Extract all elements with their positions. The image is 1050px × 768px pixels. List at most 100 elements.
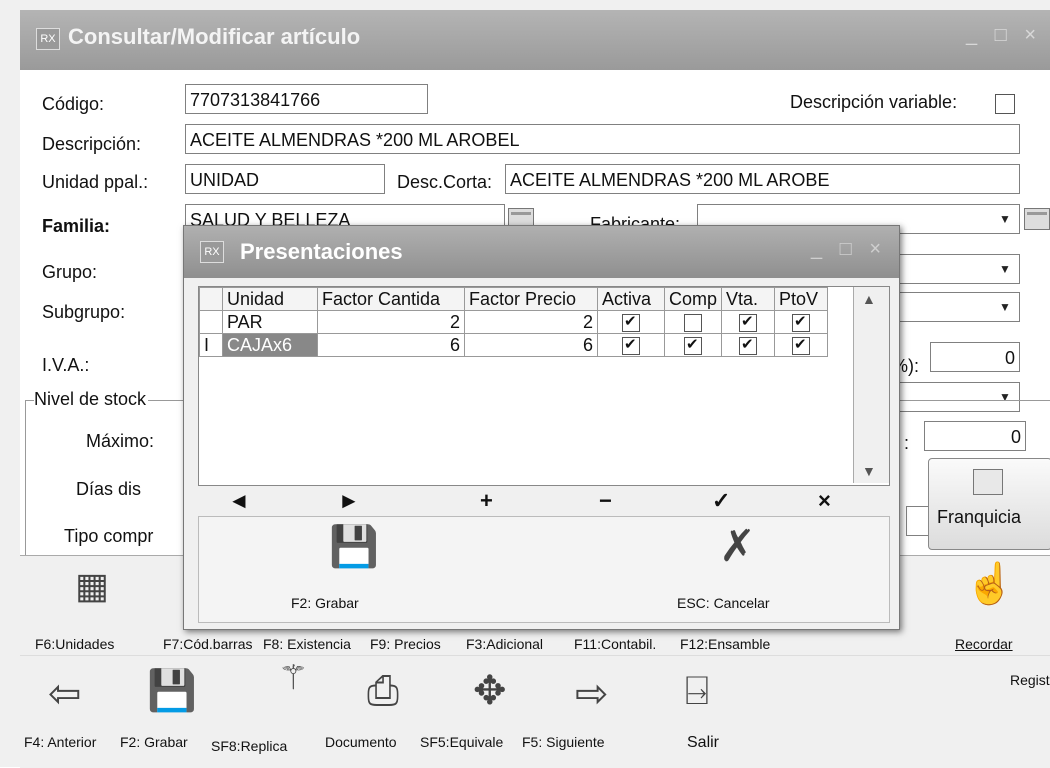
nav-next-icon[interactable]: ► (338, 488, 360, 514)
table-row[interactable]: I CAJAx6 6 6 (199, 333, 829, 357)
cell-vta[interactable] (721, 333, 776, 357)
subgrupo-dropdown-icon[interactable]: ▼ (995, 293, 1015, 321)
table-row[interactable]: PAR 2 2 (199, 310, 829, 334)
anterior-button[interactable]: F4: Anterior (24, 734, 96, 750)
desc-variable-checkbox[interactable] (995, 94, 1015, 114)
magic-wand-icon[interactable]: ⚚ (278, 661, 308, 695)
nav-remove-icon[interactable]: − (599, 488, 612, 514)
grid-scrollbar[interactable]: ▲ ▼ (853, 287, 889, 483)
scroll-down-icon[interactable]: ▼ (862, 463, 876, 479)
col-activa[interactable]: Activa (597, 287, 665, 311)
franquicia-calendar-icon (973, 469, 1003, 495)
grupo-label: Grupo: (42, 262, 98, 282)
unidades-button[interactable]: F6:Unidades (35, 636, 114, 652)
cell-factor-precio[interactable]: 6 (464, 333, 598, 357)
col-vta[interactable]: Vta. (721, 287, 776, 311)
cell-factor-cantidad[interactable]: 6 (317, 333, 465, 357)
cell-ptov[interactable] (774, 333, 829, 357)
codigo-field[interactable]: 7707313841766 (185, 84, 428, 114)
codigo-label: Código: (42, 94, 105, 114)
box-icon: ▦ (75, 565, 110, 606)
ptov-checkbox[interactable] (792, 312, 811, 332)
familia-label: Familia: (42, 216, 111, 236)
window-title: Consultar/Modificar artículo (68, 24, 361, 49)
row-indicator (199, 310, 223, 334)
subgrupo-label: Subgrupo: (42, 302, 126, 322)
window-controls[interactable]: _ □ × (966, 24, 1042, 47)
move-arrows-icon[interactable]: ✥ (473, 671, 507, 711)
cell-unidad[interactable]: CAJAx6 (222, 333, 318, 357)
nav-cancel-icon[interactable]: × (818, 488, 831, 514)
precios-button[interactable]: F9: Precios (370, 636, 441, 652)
cell-unidad[interactable]: PAR (222, 310, 318, 334)
cell-factor-cantidad[interactable]: 2 (317, 310, 465, 334)
franquicia-button[interactable]: Franquicia (928, 458, 1050, 550)
vta-checkbox[interactable] (739, 335, 758, 355)
grabar-button[interactable]: F2: Grabar (120, 734, 188, 750)
col-comp[interactable]: Comp (663, 287, 723, 311)
siguiente-button[interactable]: F5: Siguiente (522, 734, 605, 750)
row-indicator: I (199, 333, 223, 357)
cell-ptov[interactable] (774, 310, 829, 334)
hand-pointer-icon: ☝ (965, 562, 1015, 606)
col-factor-cantidad[interactable]: Factor Cantida (317, 287, 465, 311)
printer-icon[interactable]: ⎙ (367, 671, 399, 711)
pct-field[interactable]: 0 (930, 342, 1020, 372)
cancel-x-icon[interactable]: ✗ (719, 525, 756, 569)
presentaciones-grid: Unidad Factor Cantida Factor Precio Acti… (198, 286, 890, 486)
ensamble-button[interactable]: F12:Ensamble (680, 636, 770, 652)
documento-button[interactable]: Documento (325, 734, 397, 750)
col-ptov[interactable]: PtoV (774, 287, 829, 311)
cell-activa[interactable] (597, 310, 665, 334)
presentaciones-dialog: RX Presentaciones _ □ × Unidad Factor Ca… (183, 225, 900, 630)
cell-comp[interactable] (663, 333, 723, 357)
franquicia-label: Franquicia (937, 507, 1022, 527)
nav-prev-icon[interactable]: ◄ (228, 488, 250, 514)
fabricante-dropdown-icon[interactable]: ▼ (995, 205, 1015, 233)
activa-checkbox[interactable] (622, 312, 640, 332)
dialog-grabar-button[interactable]: F2: Grabar (291, 595, 359, 611)
cell-vta[interactable] (721, 310, 776, 334)
activa-checkbox[interactable] (622, 335, 640, 355)
cell-comp[interactable] (663, 310, 723, 334)
fabricante-calendar-icon[interactable] (1024, 208, 1050, 230)
col-factor-precio[interactable]: Factor Precio (464, 287, 598, 311)
comp-checkbox[interactable] (684, 313, 702, 332)
save-disk-icon[interactable]: 💾 (329, 527, 379, 567)
unidad-label: Unidad ppal.: (42, 172, 149, 192)
col-unidad[interactable]: Unidad (222, 287, 318, 311)
dialog-app-icon: RX (200, 241, 224, 263)
title-bar: RX Consultar/Modificar artículo _ □ × (20, 10, 1050, 70)
comp-checkbox[interactable] (684, 335, 702, 355)
save-disk-icon[interactable]: 💾 (147, 671, 197, 711)
cod-barras-button[interactable]: F7:Cód.barras (163, 636, 252, 652)
unidad-field[interactable]: UNIDAD (185, 164, 385, 194)
contabil-button[interactable]: F11:Contabil. (574, 636, 656, 652)
dialog-controls[interactable]: _ □ × (811, 238, 887, 261)
grupo-dropdown-icon[interactable]: ▼ (995, 255, 1015, 283)
cell-activa[interactable] (597, 333, 665, 357)
equivale-button[interactable]: SF5:Equivale (420, 734, 503, 750)
nav-add-icon[interactable]: + (480, 488, 493, 514)
grid-navigator: ◄ ► + − ✓ × (198, 488, 888, 516)
salir-button[interactable]: Salir (687, 734, 719, 752)
cell-factor-precio[interactable]: 2 (464, 310, 598, 334)
registro-label: Registro (1010, 672, 1050, 688)
dialog-cancelar-button[interactable]: ESC: Cancelar (677, 595, 770, 611)
existencia-button[interactable]: F8: Existencia (263, 636, 351, 652)
arrow-left-icon[interactable]: ⇦ (48, 674, 82, 714)
maximo-field[interactable]: 0 (924, 421, 1026, 451)
desc-corta-label: Desc.Corta: (397, 172, 493, 192)
desc-corta-field[interactable]: ACEITE ALMENDRAS *200 ML AROBE (505, 164, 1020, 194)
nav-confirm-icon[interactable]: ✓ (712, 488, 730, 514)
replica-button[interactable]: SF8:Replica (211, 738, 287, 754)
descripcion-field[interactable]: ACEITE ALMENDRAS *200 ML AROBEL (185, 124, 1020, 154)
recordar-button[interactable]: Recordar (955, 636, 1013, 652)
vta-checkbox[interactable] (739, 312, 758, 332)
adicional-button[interactable]: F3:Adicional (466, 636, 543, 652)
ptov-checkbox[interactable] (792, 335, 811, 355)
dialog-title-bar: RX Presentaciones _ □ × (184, 226, 899, 278)
exit-door-icon[interactable]: ⍈ (685, 671, 709, 711)
arrow-right-icon[interactable]: ⇨ (575, 674, 609, 714)
scroll-up-icon[interactable]: ▲ (862, 291, 876, 307)
